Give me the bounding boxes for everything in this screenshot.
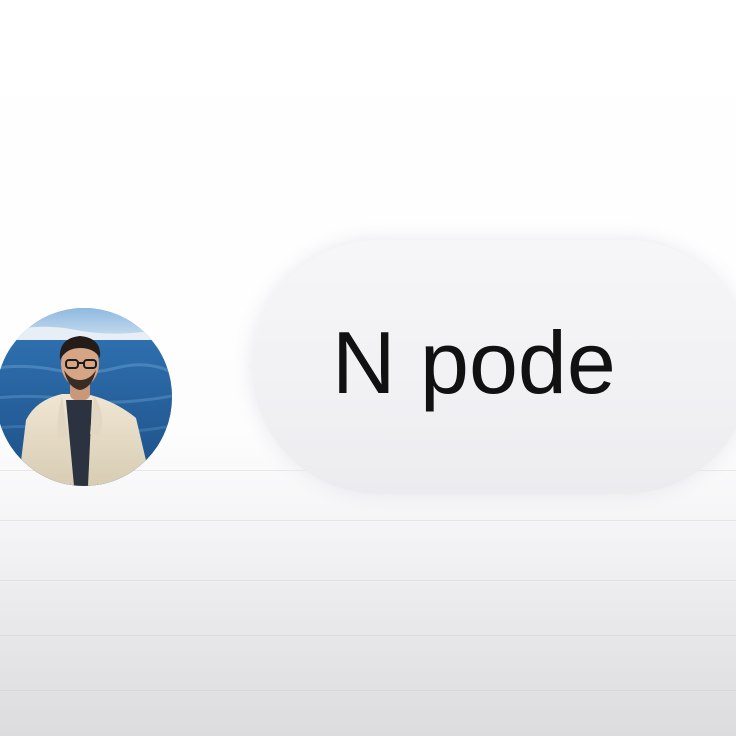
message-text: N pode [332, 313, 616, 412]
profile-photo-icon [0, 308, 172, 486]
sender-avatar[interactable] [0, 308, 172, 486]
message-row: N pode [0, 0, 736, 736]
